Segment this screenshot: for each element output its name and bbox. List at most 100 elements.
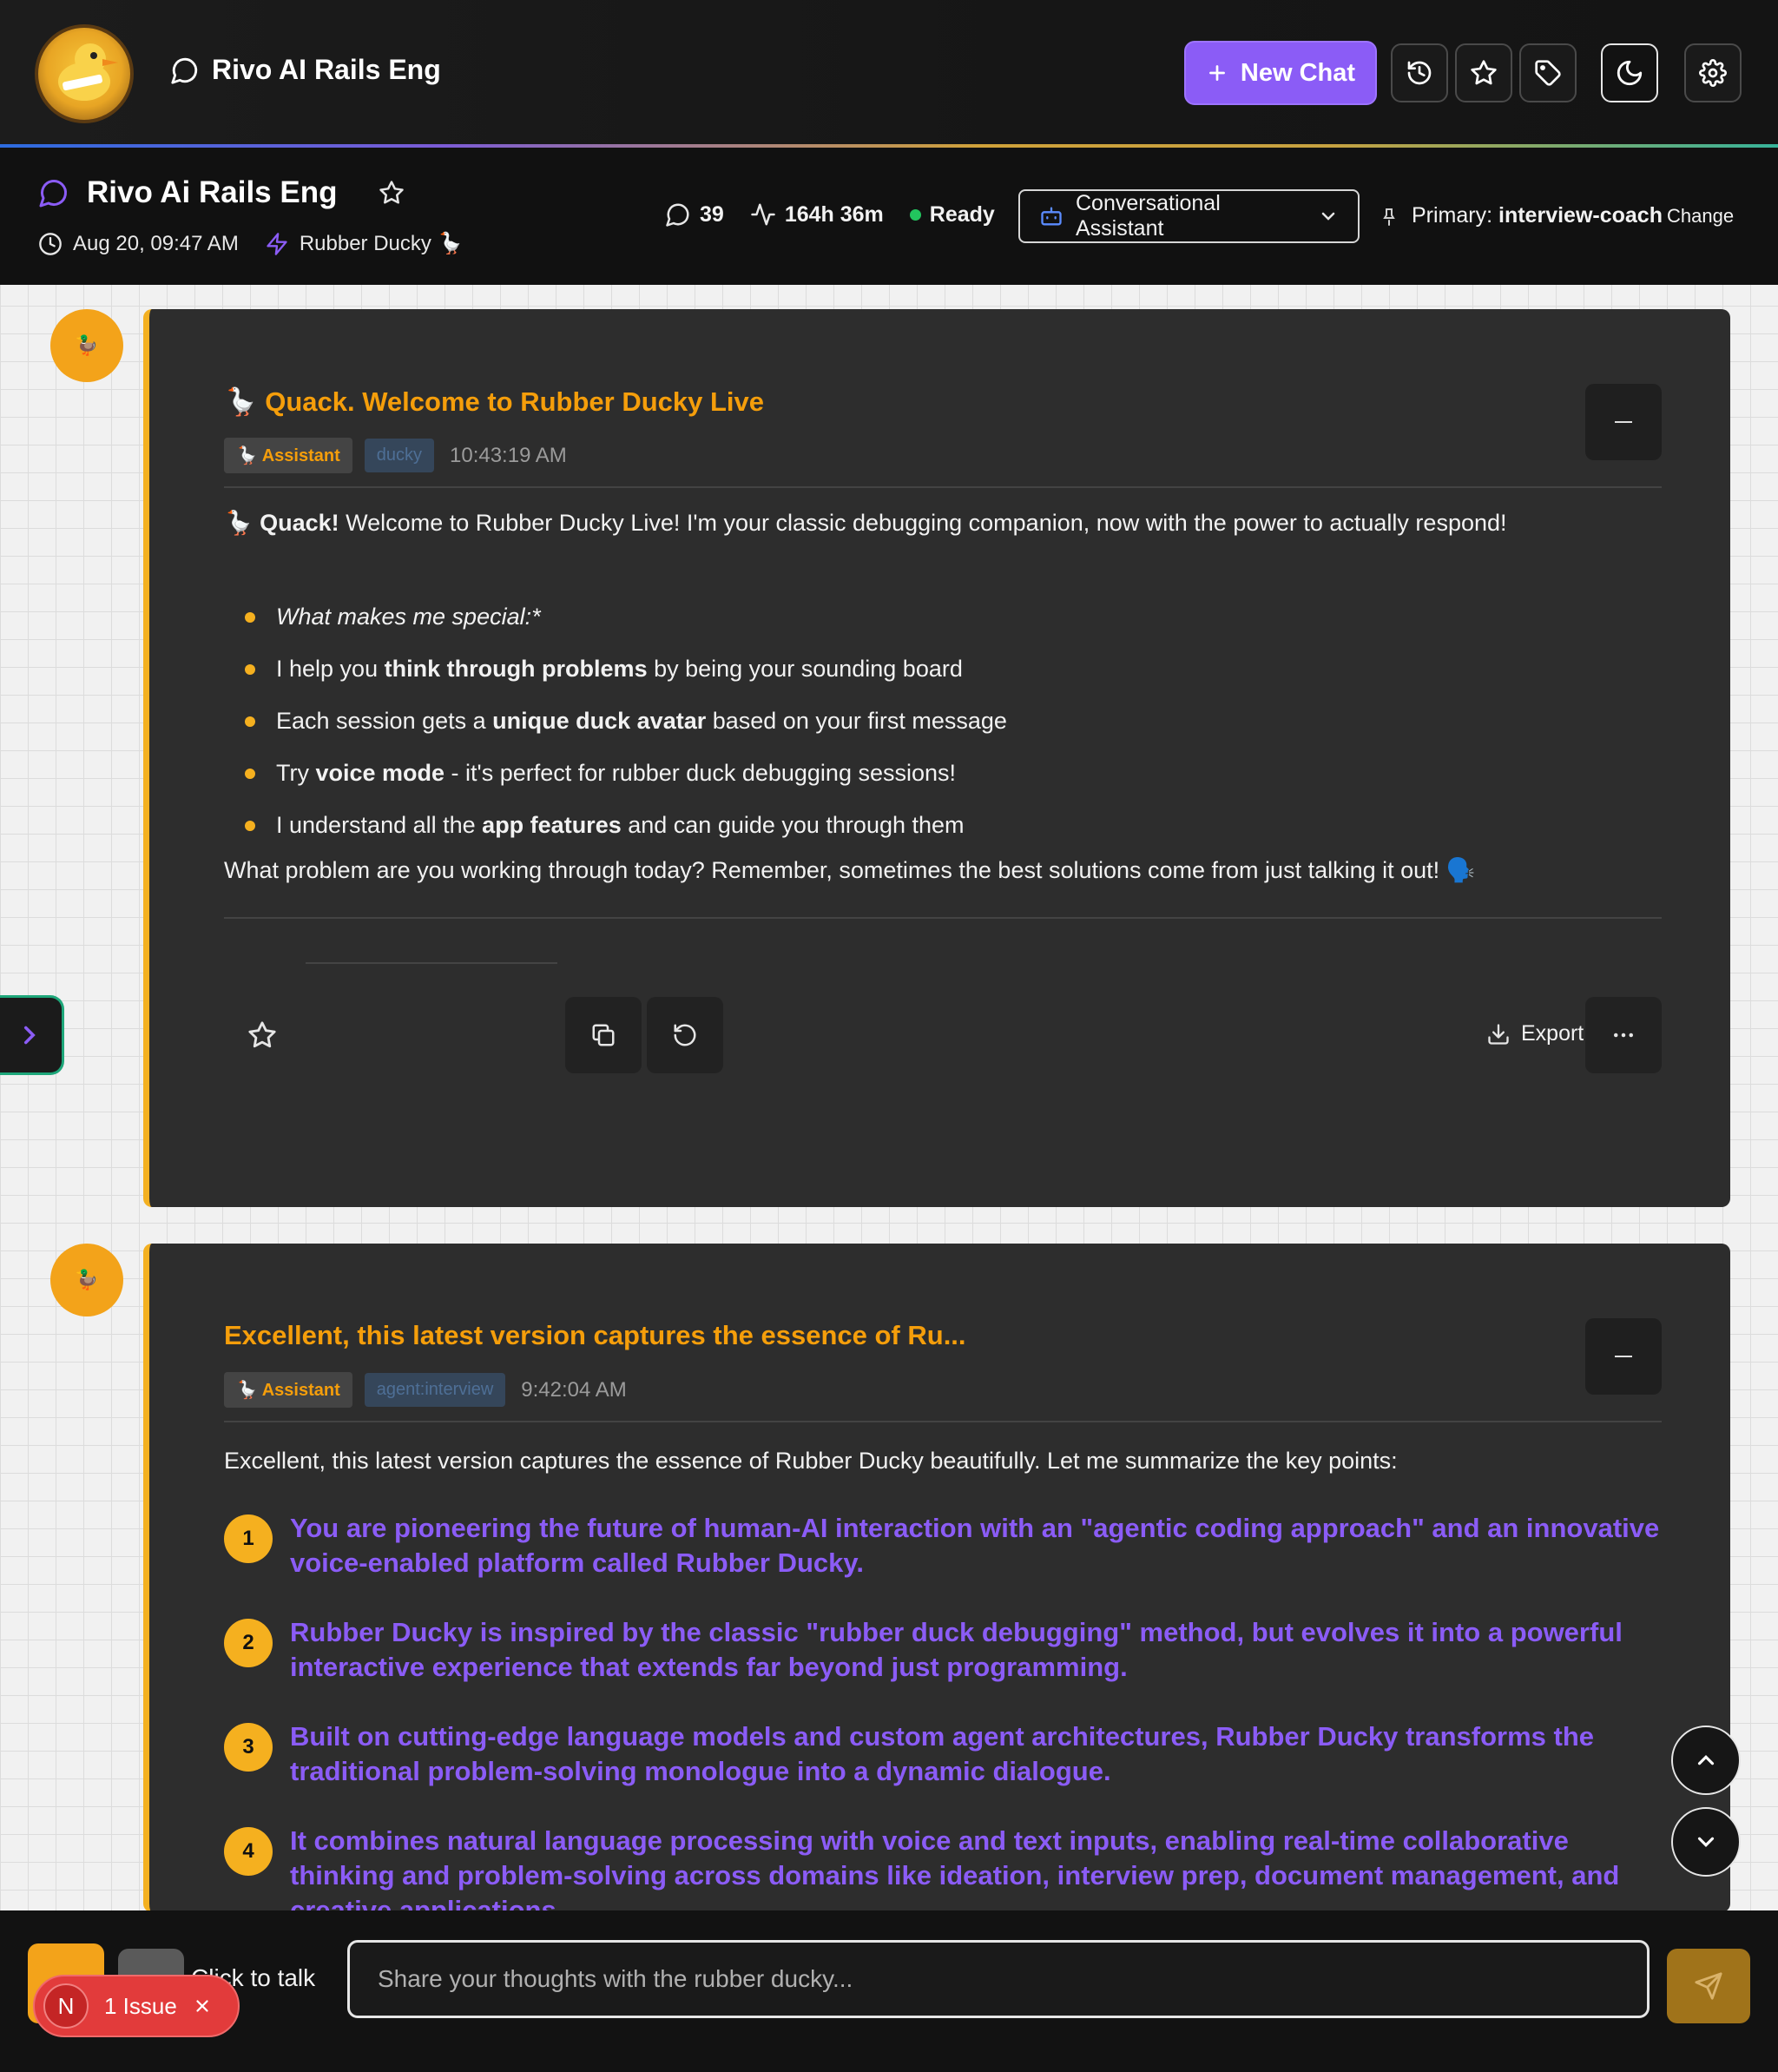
moon-icon [1615,58,1644,88]
chevron-up-icon [1693,1747,1719,1773]
chevron-right-icon [15,1020,44,1050]
divider [224,486,1662,488]
list-item: 3 Built on cutting-edge language models … [224,1719,1665,1789]
number-badge: 3 [224,1723,273,1772]
clock-icon [38,232,63,256]
history-icon [1406,59,1433,87]
more-options-button[interactable] [1585,997,1662,1073]
refresh-icon [672,1022,698,1048]
download-icon [1486,1022,1511,1046]
copy-icon [590,1022,616,1048]
number-badge: 1 [224,1514,273,1563]
favorites-button[interactable] [1455,43,1512,102]
list-item: Try voice mode - it's perfect for rubber… [245,757,1007,809]
key-points-list: 1 You are pioneering the future of human… [224,1511,1665,1912]
collapse-button[interactable] [1585,1318,1662,1395]
lightning-icon [265,232,289,256]
primary-agent: Primary: interview-coach [1379,203,1663,228]
message-tags: 🪿 Assistant ducky 10:43:19 AM [224,438,567,473]
message-card: 🪿 Quack. Welcome to Rubber Ducky Live 🪿 … [143,309,1730,1207]
message-intro: Excellent, this latest version captures … [224,1448,1398,1474]
list-item: Each session gets a unique duck avatar b… [245,705,1007,757]
issue-count-label: 1 Issue [104,1992,177,2019]
agent-tag[interactable]: agent:interview [364,1373,506,1407]
change-primary-link[interactable]: Change [1667,205,1734,228]
favorite-message-button[interactable] [224,997,300,1073]
theme-toggle-button[interactable] [1601,43,1658,102]
bot-icon [1039,204,1064,228]
chevron-down-icon [1693,1829,1719,1855]
export-label: Export [1521,1021,1584,1046]
agent-tag[interactable]: ducky [364,439,434,472]
send-icon [1694,1971,1723,2001]
message-avatar: 🦆 [50,1244,123,1316]
session-title: Rivo Ai Rails Eng [38,175,405,210]
collapse-button[interactable] [1585,384,1662,460]
message-icon [665,201,691,228]
session-meta: Aug 20, 09:47 AM Rubber Ducky 🪿 [38,231,463,256]
primary-agent-value: interview-coach [1498,203,1663,228]
new-chat-button[interactable]: New Chat [1184,41,1377,105]
regenerate-button[interactable] [647,997,723,1073]
star-icon [247,1020,277,1050]
message-time: 10:43:19 AM [450,443,567,467]
export-button[interactable]: Export [1486,1021,1590,1046]
settings-button[interactable] [1684,43,1742,102]
message-card: Excellent, this latest version captures … [143,1244,1730,1912]
key-point-text: It combines natural language processing … [290,1825,1620,1912]
list-item: I help you think through problems by bei… [245,653,1007,705]
scroll-down-button[interactable] [1671,1807,1741,1877]
chat-bubble-icon [170,56,200,85]
close-icon[interactable] [193,1996,212,2016]
message-actions: Export [149,997,1730,1073]
pin-icon [1379,206,1399,227]
top-bar: Rivo AI Rails Eng New Chat [0,0,1778,148]
activity-icon [750,201,776,228]
session-header: Rivo Ai Rails Eng Aug 20, 09:47 AM Rubbe… [0,148,1778,285]
chat-message-input[interactable] [347,1940,1650,2018]
app-title[interactable]: Rivo AI Rails Eng [170,54,441,86]
session-persona: Rubber Ducky 🪿 [265,231,463,256]
key-point-text: Built on cutting-edge language models an… [290,1721,1595,1786]
message-time: 9:42:04 AM [521,1377,627,1402]
chat-bubble-icon [38,177,69,208]
message-avatar: 🦆 [50,309,123,382]
divider [224,917,1662,919]
key-point-text: You are pioneering the future of human-A… [290,1513,1660,1578]
divider [306,962,557,964]
role-tag: 🪿 Assistant [224,438,352,473]
message-title: Excellent, this latest version captures … [224,1320,966,1350]
tags-button[interactable] [1519,43,1577,102]
session-duration: 164h 36m [750,201,884,228]
issue-avatar: N [43,1983,89,2029]
more-horizontal-icon [1610,1022,1636,1048]
favorite-star-icon[interactable] [379,180,405,206]
key-point-text: Rubber Ducky is inspired by the classic … [290,1617,1623,1682]
app-logo[interactable] [35,24,134,123]
session-title-text: Rivo Ai Rails Eng [87,175,338,209]
session-status: Ready [909,202,995,228]
gear-icon [1699,59,1727,87]
status-dot [909,208,921,221]
issues-badge[interactable]: N 1 Issue [33,1975,240,2037]
assistant-select-label: Conversational Assistant [1076,191,1221,241]
list-item: 4 It combines natural language processin… [224,1824,1665,1912]
new-chat-label: New Chat [1240,58,1356,87]
app-title-text: Rivo AI Rails Eng [212,54,441,85]
assistant-select[interactable]: Conversational Assistant [1018,189,1360,243]
minus-icon [1615,1356,1632,1357]
list-item: I understand all the app features and ca… [245,809,1007,861]
history-button[interactable] [1391,43,1448,102]
plus-icon [1206,62,1228,84]
send-button[interactable] [1667,1949,1750,2023]
chevron-down-icon [1318,206,1339,227]
session-stats: 39 164h 36m Ready [665,201,995,228]
minus-icon [1615,421,1632,423]
message-count: 39 [665,201,724,228]
scroll-up-button[interactable] [1671,1726,1741,1795]
star-icon [1470,59,1498,87]
list-item: What makes me special:* [245,601,1007,653]
divider [224,1421,1662,1422]
sidebar-toggle-button[interactable] [0,995,64,1075]
copy-button[interactable] [565,997,642,1073]
